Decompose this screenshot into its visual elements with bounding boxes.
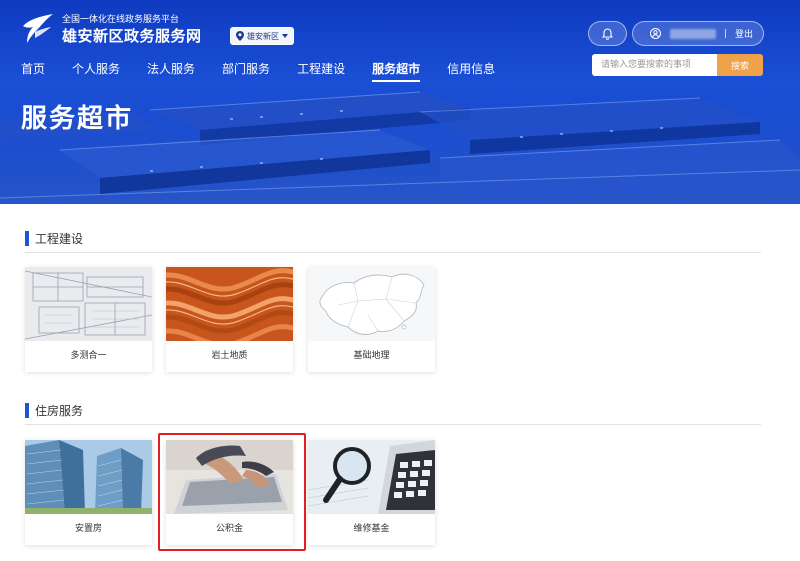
section-accent-bar <box>25 403 29 418</box>
card-label: 维修基金 <box>353 524 390 534</box>
card-survey[interactable]: 多测合一 <box>25 267 152 372</box>
page-title: 服务超市 <box>21 104 134 134</box>
bell-icon <box>602 27 613 40</box>
section-header-construction: 工程建设 <box>25 231 83 246</box>
nav-item-department[interactable]: 部门服务 <box>222 60 270 80</box>
user-name-blurred[interactable] <box>670 28 716 39</box>
card-label: 多测合一 <box>70 351 107 361</box>
rock-strata-image <box>166 267 293 341</box>
divider: | <box>724 28 728 39</box>
section-divider <box>25 252 761 253</box>
location-pin-icon <box>236 31 244 41</box>
search-button[interactable]: 搜索 <box>717 54 763 76</box>
user-account-box: | 登出 <box>632 21 764 46</box>
highlight-annotation <box>158 433 306 551</box>
section-title: 住房服务 <box>35 404 84 418</box>
chevron-down-icon <box>282 34 288 38</box>
logout-link[interactable]: 登出 <box>735 27 753 40</box>
section-header-housing: 住房服务 <box>25 403 83 418</box>
nav-item-construction[interactable]: 工程建设 <box>297 60 345 80</box>
magnifier-calculator-image <box>308 440 435 514</box>
nav-item-corporate[interactable]: 法人服务 <box>147 60 195 80</box>
card-maintenance-fund[interactable]: 维修基金 <box>308 440 435 545</box>
region-label: 雄安新区 <box>247 31 279 41</box>
card-label: 基础地理 <box>353 351 390 361</box>
hero-banner: 全国一体化在线政务服务平台 雄安新区政务服务网 雄安新区 | 登出 首页 个人服… <box>0 0 800 204</box>
nav-item-service-market[interactable]: 服务超市 <box>372 60 421 82</box>
nav-item-credit[interactable]: 信用信息 <box>447 60 495 80</box>
blueprint-image <box>25 267 152 341</box>
card-label: 安置房 <box>74 524 102 534</box>
card-label: 岩土地质 <box>211 351 248 361</box>
section-accent-bar <box>25 231 29 246</box>
platform-subtitle: 全国一体化在线政务服务平台 <box>62 15 180 25</box>
notification-button[interactable] <box>588 21 627 46</box>
search-input[interactable] <box>592 54 717 76</box>
card-resettlement-housing[interactable]: 安置房 <box>25 440 152 545</box>
nav-item-home[interactable]: 首页 <box>21 60 45 80</box>
main-nav: 首页 个人服务 法人服务 部门服务 工程建设 服务超市 信用信息 <box>21 60 522 82</box>
region-selector[interactable]: 雄安新区 <box>230 27 294 45</box>
buildings-image <box>25 440 152 514</box>
card-geology[interactable]: 岩土地质 <box>166 267 293 372</box>
site-title[interactable]: 雄安新区政务服务网 <box>62 25 202 46</box>
section-divider <box>25 424 761 425</box>
site-logo-icon <box>23 14 53 43</box>
card-geography[interactable]: 基础地理 <box>308 267 435 372</box>
section-title: 工程建设 <box>35 232 84 246</box>
user-icon <box>650 28 661 39</box>
china-map-image <box>308 267 435 341</box>
nav-item-personal[interactable]: 个人服务 <box>72 60 120 80</box>
